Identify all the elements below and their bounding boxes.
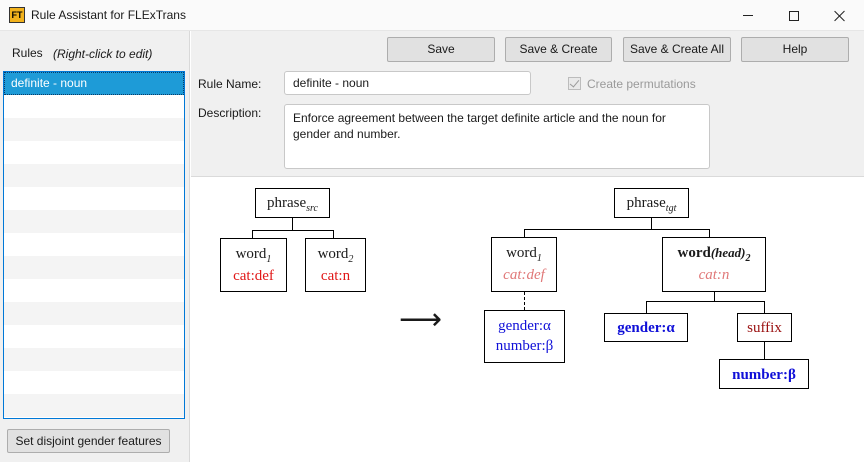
empty-row [4,348,184,371]
rules-sidebar: Rules (Right-click to edit) definite - n… [0,31,190,462]
empty-row [4,210,184,233]
empty-row [4,187,184,210]
src-word1-node: word1 cat:def [220,238,287,292]
empty-row [4,256,184,279]
rules-hint: (Right-click to edit) [53,47,153,61]
save-button[interactable]: Save [387,37,495,62]
empty-row [4,118,184,141]
window-title: Rule Assistant for FLExTrans [31,8,186,22]
src-tree-edge [292,218,293,230]
close-button[interactable] [817,0,863,31]
src-tree-edge [252,230,253,238]
minimize-button[interactable] [725,0,771,31]
empty-row [4,141,184,164]
rule-name-input[interactable]: definite - noun [284,71,531,95]
transform-arrow: ⟶ [399,302,443,337]
empty-row [4,164,184,187]
empty-row [4,233,184,256]
src-word1-feature: cat:def [233,268,274,284]
tgt-tree-edge [646,301,764,302]
rule-list[interactable]: definite - noun [3,71,185,419]
title-bar: FT Rule Assistant for FLExTrans [0,0,864,31]
tgt-word1-node: word1 cat:def [491,237,557,292]
empty-row [4,302,184,325]
app-logo-icon: FT [9,7,25,23]
help-button[interactable]: Help [741,37,849,62]
empty-row [4,279,184,302]
create-permutations-checkbox[interactable] [568,77,581,90]
description-textarea[interactable]: Enforce agreement between the target def… [284,104,710,169]
src-word2-feature: cat:n [320,268,351,284]
save-create-all-button[interactable]: Save & Create All [623,37,731,62]
description-label: Description: [198,106,262,120]
tgt-phrase-node: phrasetgt [614,188,689,218]
tgt-tree-edge [651,218,652,229]
src-phrase-node: phrasesrc [255,188,330,218]
src-tree-edge [252,230,333,231]
tgt-tree-edge [709,229,710,237]
maximize-button[interactable] [771,0,817,31]
tgt-tree-edge [764,342,765,359]
empty-row [4,325,184,348]
tgt-word1-gender: gender:α [498,318,551,334]
tgt-tree-edge [524,229,525,237]
empty-row [4,95,184,118]
tgt-word1-feature: cat:def [503,267,545,283]
maximize-icon [789,10,799,21]
rule-name-label: Rule Name: [198,77,262,91]
tgt-word1-features-node: gender:α number:β [484,310,565,363]
tgt-head-feature: cat:n [698,267,730,283]
tgt-tree-edge [714,292,715,301]
tgt-suffix-node: suffix [737,313,792,342]
rule-editor-panel: Save Save & Create Save & Create All Hel… [191,31,864,177]
rule-tree-canvas: phrasesrc word1 cat:def word2 cat:n ⟶ ph… [191,178,864,462]
save-create-button[interactable]: Save & Create [505,37,612,62]
rules-label: Rules [12,46,43,60]
set-disjoint-gender-button[interactable]: Set disjoint gender features [7,429,170,453]
empty-row [4,394,184,417]
tgt-head-gender-node: gender:α [604,313,688,342]
tgt-feature-edge [524,292,525,310]
tgt-word1-number: number:β [495,338,554,354]
tgt-tree-edge [646,301,647,313]
rule-item[interactable]: definite - noun [4,72,184,95]
tgt-suffix-number-node: number:β [719,359,809,389]
src-word2-node: word2 cat:n [305,238,366,292]
close-icon [834,10,846,22]
empty-row [4,371,184,394]
create-permutations-label: Create permutations [587,77,696,91]
src-tree-edge [333,230,334,238]
tgt-head-word-node: word(head)2 cat:n [662,237,766,292]
minimize-icon [743,15,753,16]
tgt-tree-edge [524,229,709,230]
tgt-tree-edge [764,301,765,313]
